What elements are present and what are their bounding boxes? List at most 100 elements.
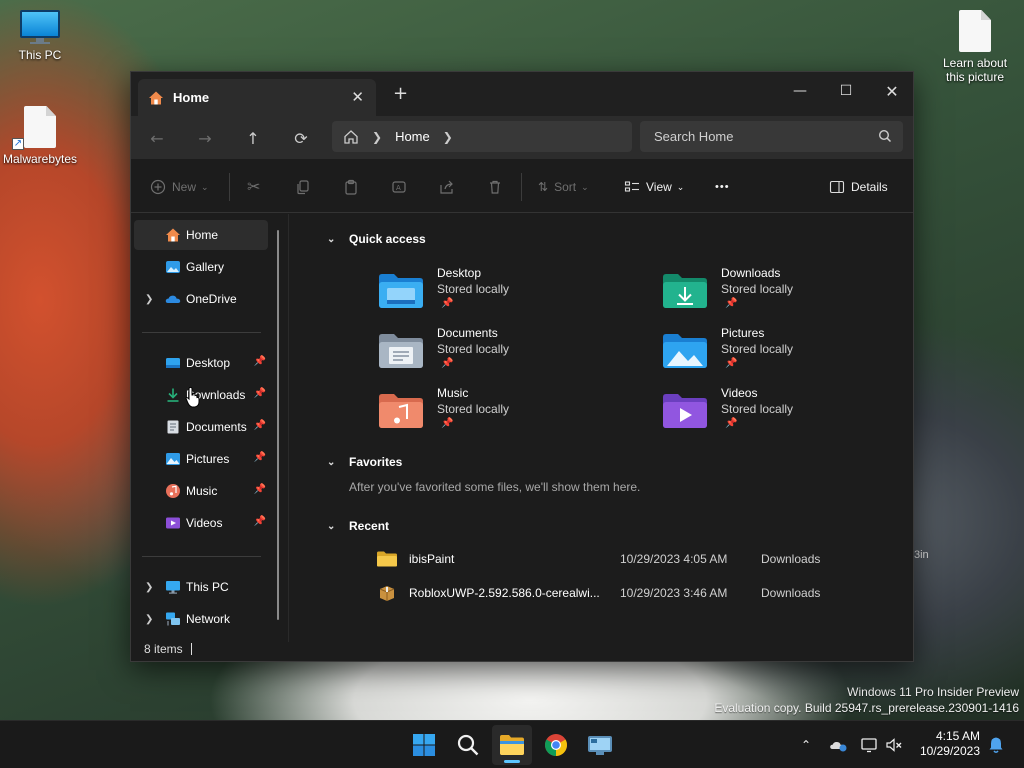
notifications-button[interactable] — [986, 735, 1006, 755]
view-button[interactable]: View ⌄ — [624, 175, 684, 199]
show-hidden-icons-button[interactable]: ⌃ — [796, 735, 816, 755]
background-text-fragment: 3in — [914, 549, 929, 561]
up-button[interactable]: ↑ — [239, 125, 267, 151]
pin-icon[interactable]: 📌 — [254, 356, 266, 367]
chevron-down-icon[interactable]: ⌄ — [327, 234, 335, 245]
rename-button[interactable]: A — [391, 175, 407, 199]
title-bar[interactable]: Home ✕ + — ☐ ✕ — [131, 72, 913, 116]
desktop-icon-malwarebytes[interactable]: Malwarebytes — [0, 106, 80, 166]
quick-access-name: Videos — [721, 386, 758, 400]
copy-button[interactable] — [295, 175, 311, 199]
pin-icon: 📌 — [441, 358, 454, 369]
sidebar-item-gallery[interactable]: Gallery — [134, 252, 268, 282]
cloud-icon — [830, 741, 847, 752]
tab-close-icon[interactable]: ✕ — [351, 88, 364, 106]
sidebar-item-videos[interactable]: Videos 📌 — [134, 508, 268, 538]
sidebar-item-onedrive[interactable]: ❯ OneDrive — [134, 284, 268, 314]
chevron-down-icon[interactable]: ⌄ — [327, 457, 335, 468]
quick-access-videos[interactable]: Videos Stored locally 📌 — [663, 386, 903, 442]
start-button[interactable] — [404, 725, 444, 765]
pin-icon[interactable]: 📌 — [254, 452, 266, 463]
navigation-bar: ← → ↑ ⟳ ❯ Home ❯ Search Home — [131, 116, 913, 159]
back-button[interactable]: ← — [143, 125, 171, 151]
pin-icon[interactable]: 📌 — [254, 484, 266, 495]
sidebar-item-this-pc[interactable]: ❯ This PC — [134, 572, 268, 602]
chevron-right-icon[interactable]: ❯ — [145, 582, 153, 593]
folder-icon — [377, 551, 397, 567]
sidebar-scrollbar[interactable] — [277, 230, 279, 620]
recent-row[interactable]: RobloxUWP-2.592.586.0-cerealwi... 10/29/… — [377, 582, 897, 606]
tab-home[interactable]: Home ✕ — [138, 79, 376, 116]
pin-icon[interactable]: 📌 — [254, 516, 266, 527]
sidebar-item-network[interactable]: ❯ Network — [134, 604, 268, 634]
hand-cursor-icon — [185, 386, 200, 408]
pin-icon: 📌 — [441, 298, 454, 309]
sidebar-item-documents[interactable]: Documents 📌 — [134, 412, 268, 442]
cut-button[interactable]: ✂ — [247, 175, 260, 199]
chevron-right-icon[interactable]: ❯ — [145, 294, 153, 305]
more-options-button[interactable]: ••• — [715, 175, 730, 199]
chevron-right-icon: ❯ — [372, 129, 383, 144]
sidebar-item-label: Desktop — [186, 356, 231, 370]
section-recent[interactable]: ⌄ Recent — [327, 519, 390, 533]
delete-button[interactable] — [487, 175, 503, 199]
sidebar-item-label: Videos — [186, 516, 223, 530]
volume-tray-icon[interactable] — [884, 735, 904, 755]
favorites-empty-message: After you've favorited some files, we'll… — [349, 480, 641, 494]
this-pc-icon — [20, 10, 60, 44]
new-tab-button[interactable]: + — [393, 83, 408, 104]
taskbar-search-button[interactable] — [448, 725, 488, 765]
quick-access-documents[interactable]: Documents Stored locally 📌 — [379, 326, 619, 382]
taskbar-file-explorer[interactable] — [492, 725, 532, 765]
section-favorites[interactable]: ⌄ Favorites — [327, 455, 402, 469]
section-title: Recent — [349, 519, 390, 533]
chevron-right-icon[interactable]: ❯ — [145, 614, 153, 625]
share-button[interactable] — [439, 175, 455, 199]
taskbar-chrome[interactable] — [536, 725, 576, 765]
address-bar[interactable]: ❯ Home ❯ — [332, 121, 632, 152]
section-quick-access[interactable]: ⌄ Quick access — [327, 232, 426, 246]
sidebar-item-pictures[interactable]: Pictures 📌 — [134, 444, 268, 474]
sidebar-item-desktop[interactable]: Desktop 📌 — [134, 348, 268, 378]
quick-access-status: Stored locally — [437, 402, 510, 416]
videos-icon — [166, 517, 180, 529]
chevron-down-icon: ⌄ — [676, 181, 685, 192]
music-folder-icon — [379, 394, 423, 428]
new-button[interactable]: New ⌄ — [150, 175, 209, 199]
home-icon — [149, 91, 163, 104]
taskbar-remote-desktop[interactable] — [580, 725, 620, 765]
forward-button[interactable]: → — [191, 125, 219, 151]
paste-button[interactable] — [343, 175, 359, 199]
close-button[interactable]: ✕ — [869, 76, 915, 106]
chevron-down-icon: ⌄ — [201, 181, 209, 192]
sidebar-item-downloads[interactable]: Downloads 📌 — [134, 380, 268, 410]
quick-access-desktop[interactable]: Desktop Stored locally 📌 — [379, 266, 619, 322]
sidebar-item-home[interactable]: Home — [134, 220, 268, 250]
clock-time: 4:15 AM — [935, 729, 980, 743]
quick-access-pictures[interactable]: Pictures Stored locally 📌 — [663, 326, 903, 382]
onedrive-tray-icon[interactable] — [828, 735, 848, 755]
network-tray-icon[interactable] — [860, 735, 880, 755]
breadcrumb-home[interactable]: Home — [395, 129, 430, 144]
desktop-icon-this-pc[interactable]: This PC — [0, 10, 80, 62]
desktop-icon-learn-about-picture[interactable]: Learn about this picture — [935, 10, 1015, 84]
pin-icon[interactable]: 📌 — [254, 420, 266, 431]
pin-icon[interactable]: 📌 — [254, 388, 266, 399]
refresh-button[interactable]: ⟳ — [287, 125, 315, 151]
recent-row[interactable]: ibisPaint 10/29/2023 4:05 AM Downloads — [377, 548, 897, 572]
sort-button[interactable]: ⇅ Sort ⌄ — [538, 175, 589, 199]
chevron-down-icon[interactable]: ⌄ — [327, 521, 335, 532]
details-button[interactable]: Details — [829, 175, 888, 199]
start-icon — [413, 734, 435, 756]
quick-access-status: Stored locally — [721, 402, 794, 416]
taskbar-clock[interactable]: 4:15 AM 10/29/2023 — [920, 729, 980, 759]
quick-access-music[interactable]: Music Stored locally 📌 — [379, 386, 619, 442]
minimize-button[interactable]: — — [777, 76, 823, 106]
svg-text:A: A — [396, 184, 401, 192]
quick-access-downloads[interactable]: Downloads Stored locally 📌 — [663, 266, 903, 322]
search-input[interactable]: Search Home — [640, 121, 903, 152]
sidebar-item-music[interactable]: Music 📌 — [134, 476, 268, 506]
maximize-button[interactable]: ☐ — [823, 76, 869, 106]
chevron-right-icon[interactable]: ❯ — [443, 130, 453, 144]
desktop-folder-icon — [379, 274, 423, 308]
